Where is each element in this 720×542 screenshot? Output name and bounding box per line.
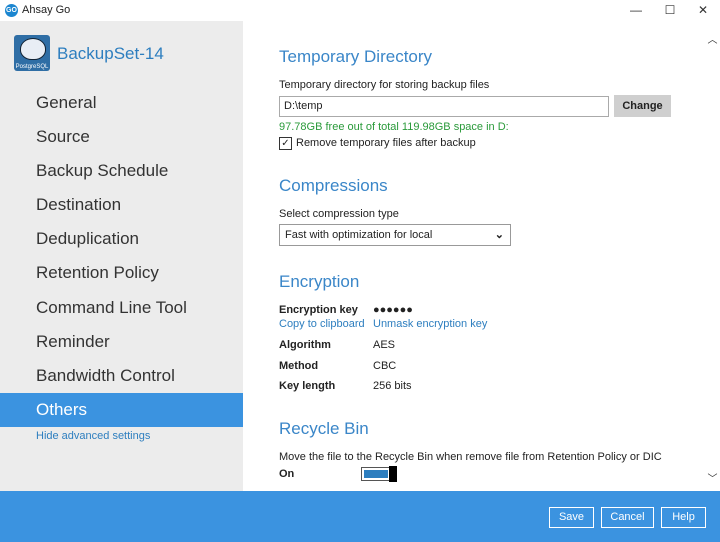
sidebar-item-deduplication[interactable]: Deduplication bbox=[0, 222, 243, 256]
compression-type-label: Select compression type bbox=[279, 208, 399, 220]
encryption-key-value: ●●●●●● bbox=[373, 304, 413, 316]
encryption-key-label: Encryption key bbox=[279, 304, 358, 316]
sidebar-item-general[interactable]: General bbox=[0, 86, 243, 120]
remove-temp-files-checkbox[interactable]: ✓ bbox=[279, 137, 292, 150]
free-space-text: 97.78GB free out of total 119.98GB space… bbox=[279, 121, 509, 133]
recycle-bin-toggle[interactable] bbox=[361, 466, 397, 482]
main-panel: Temporary Directory Temporary directory … bbox=[243, 21, 705, 491]
method-label: Method bbox=[279, 360, 319, 372]
help-button[interactable]: Help bbox=[661, 507, 706, 528]
unmask-encryption-key-link[interactable]: Unmask encryption key bbox=[373, 318, 487, 330]
minimize-button[interactable]: — bbox=[619, 0, 653, 21]
change-button[interactable]: Change bbox=[614, 95, 671, 117]
scroll-down-icon[interactable]: ﹀ bbox=[705, 470, 720, 485]
sidebar: PostgreSQL BackupSet-14 General Source B… bbox=[0, 21, 243, 491]
temporary-directory-label: Temporary directory for storing backup f… bbox=[279, 79, 490, 91]
title-bar: GO Ahsay Go — ☐ ✕ bbox=[0, 0, 720, 21]
sidebar-item-command-line-tool[interactable]: Command Line Tool bbox=[0, 291, 243, 325]
compression-type-value: Fast with optimization for local bbox=[285, 229, 433, 241]
compression-type-select[interactable]: Fast with optimization for local ⌄ bbox=[279, 224, 511, 246]
footer-bar: Save Cancel Help bbox=[0, 491, 720, 542]
chevron-down-icon: ⌄ bbox=[494, 229, 504, 241]
sidebar-item-reminder[interactable]: Reminder bbox=[0, 325, 243, 359]
recycle-bin-title: Recycle Bin bbox=[279, 419, 369, 438]
key-length-label: Key length bbox=[279, 380, 336, 392]
elephant-icon bbox=[20, 38, 46, 60]
remove-temp-files-label: Remove temporary files after backup bbox=[296, 137, 476, 149]
sidebar-item-source[interactable]: Source bbox=[0, 120, 243, 154]
sidebar-item-destination[interactable]: Destination bbox=[0, 188, 243, 222]
recycle-bin-label: Move the file to the Recycle Bin when re… bbox=[279, 451, 662, 463]
algorithm-label: Algorithm bbox=[279, 339, 331, 351]
compressions-title: Compressions bbox=[279, 176, 388, 195]
window-title: Ahsay Go bbox=[22, 4, 71, 16]
copy-to-clipboard-link[interactable]: Copy to clipboard bbox=[279, 318, 365, 330]
encryption-title: Encryption bbox=[279, 272, 360, 291]
temporary-directory-title: Temporary Directory bbox=[279, 47, 433, 66]
key-length-value: 256 bits bbox=[373, 380, 412, 392]
postgresql-icon-label: PostgreSQL bbox=[15, 64, 49, 70]
sidebar-item-backup-schedule[interactable]: Backup Schedule bbox=[0, 154, 243, 188]
toggle-knob bbox=[389, 466, 397, 482]
app-logo-icon: GO bbox=[5, 4, 18, 17]
close-button[interactable]: ✕ bbox=[686, 0, 720, 21]
cancel-button[interactable]: Cancel bbox=[601, 507, 654, 528]
scroll-up-icon[interactable]: ︿ bbox=[705, 31, 720, 46]
maximize-button[interactable]: ☐ bbox=[653, 0, 687, 21]
recycle-bin-state-label: On bbox=[279, 468, 295, 480]
save-button[interactable]: Save bbox=[549, 507, 594, 528]
hide-advanced-settings-link[interactable]: Hide advanced settings bbox=[36, 430, 150, 442]
sidebar-item-others[interactable]: Others bbox=[0, 393, 243, 427]
backupset-name: BackupSet-14 bbox=[57, 44, 164, 63]
toggle-fill bbox=[364, 470, 388, 478]
sidebar-item-retention-policy[interactable]: Retention Policy bbox=[0, 256, 243, 290]
algorithm-value: AES bbox=[373, 339, 396, 351]
method-value: CBC bbox=[373, 360, 397, 372]
sidebar-item-bandwidth-control[interactable]: Bandwidth Control bbox=[0, 359, 243, 393]
temporary-directory-input[interactable]: D:\temp bbox=[279, 96, 609, 117]
postgresql-icon: PostgreSQL bbox=[14, 35, 50, 71]
scrollbar[interactable]: ︿ ﹀ bbox=[705, 21, 720, 491]
